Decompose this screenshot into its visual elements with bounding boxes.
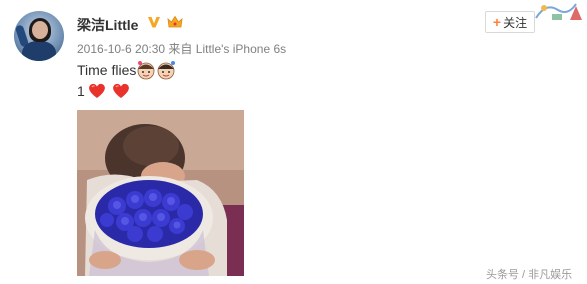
post-meta: 2016-10-6 20:30 来自 Little's iPhone 6s [77,40,286,57]
post-text: Time flies [77,62,137,78]
heart-emoji-icon [88,83,105,98]
post-text-line1: Time flies [77,60,178,80]
plus-icon: + [492,14,502,30]
watermark: 头条号 / 非凡娱乐 [486,269,573,281]
heart-emoji-icon [112,83,129,98]
follow-label: 关注 [503,15,528,30]
username[interactable]: 梁洁Little [77,15,138,35]
verified-badge-icon [148,17,160,28]
user-avatar[interactable] [14,11,64,61]
post-text-line2: 1 [77,82,131,100]
post-photo[interactable] [77,110,244,276]
source-prefix: 来自 [168,42,193,56]
member-crown-icon[interactable] [166,14,184,30]
post-timestamp[interactable]: 2016-10-6 20:30 [77,42,165,56]
source-device: Little's iPhone 6s [195,42,287,56]
corner-decoration-icon [535,3,582,20]
follow-button[interactable]: + 关注 [485,11,535,33]
photo-illustration [77,110,244,276]
couple-faces-emoji-icon [137,61,176,80]
post-text-number: 1 [77,83,85,99]
